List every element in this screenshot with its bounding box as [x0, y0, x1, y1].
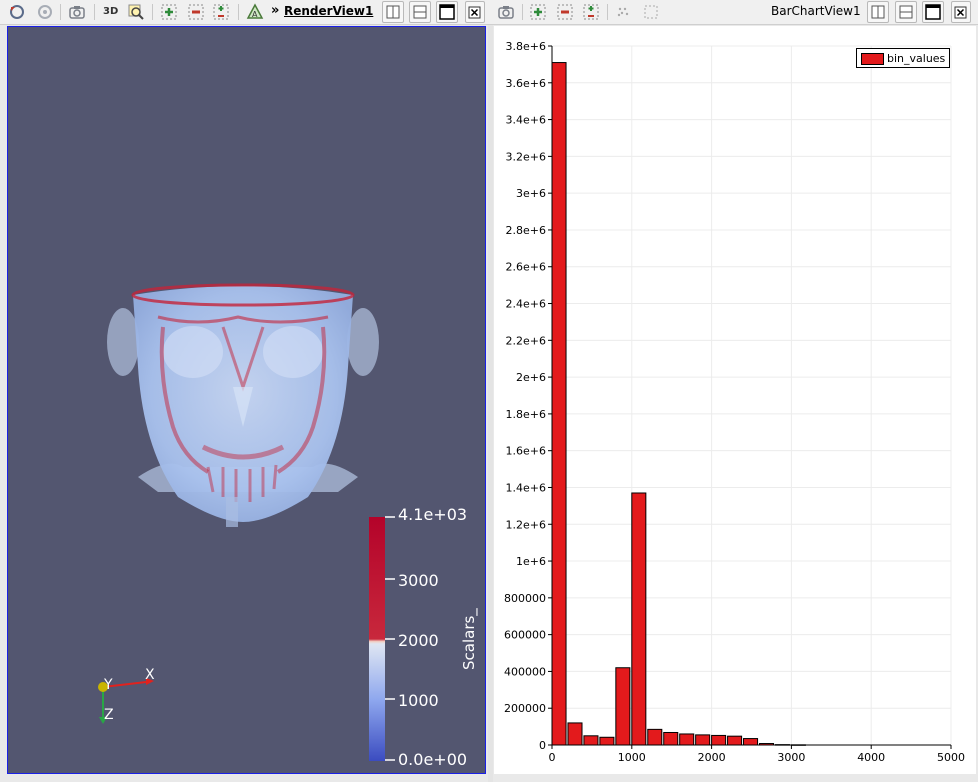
close-button[interactable] [951, 1, 971, 23]
toolbar-separator [94, 4, 95, 20]
colorbar-label: 1000 [398, 691, 439, 710]
x-tick-label: 5000 [937, 751, 965, 764]
histogram-bar[interactable] [727, 735, 743, 746]
y-tick-label: 3.4e+6 [506, 114, 546, 127]
histogram-bar[interactable] [711, 734, 727, 746]
y-tick-label: 2.4e+6 [506, 298, 546, 311]
y-tick-label: 2.8e+6 [506, 224, 546, 237]
axis-z-label: Z [104, 707, 114, 723]
chart-view-toolbar: BarChartView1 [490, 0, 978, 25]
render-mode-icon[interactable]: A [245, 2, 265, 22]
render-view-toolbar: 3D A » RenderView1 [0, 0, 490, 25]
y-tick-label: 1.2e+6 [506, 518, 546, 531]
axis-y-label: Y [104, 677, 113, 693]
mode-3d-label: 3D [103, 6, 119, 17]
y-tick-label: 3.6e+6 [506, 77, 546, 90]
grow-selection-icon[interactable] [641, 2, 661, 22]
y-tick-label: 1.6e+6 [506, 445, 546, 458]
chart-view-title[interactable]: BarChartView1 [771, 4, 861, 18]
select-toggle-icon[interactable] [211, 2, 231, 22]
zoom-to-box-icon[interactable] [126, 2, 146, 22]
y-tick-label: 1e+6 [516, 555, 546, 568]
colorbar-title: Scalars_ [460, 608, 478, 670]
y-tick-label: 1.8e+6 [506, 408, 546, 421]
y-tick-label: 2e+6 [516, 371, 546, 384]
bar-chart: 0 200000 400000 600000 800000 1e+6 1.2e+6 1.4e+… [504, 40, 965, 764]
y-tick-label: 2.2e+6 [506, 334, 546, 347]
x-tick-label: 3000 [777, 751, 805, 764]
histogram-bar[interactable] [695, 734, 711, 746]
select-points-subtract-icon[interactable] [186, 2, 206, 22]
bar-chart-canvas[interactable]: 0 200000 400000 600000 800000 1e+6 1.2e+6 1.4e+… [494, 26, 976, 774]
split-horizontal-button[interactable] [867, 1, 889, 23]
y-tick-label: 800000 [504, 592, 546, 605]
histogram-bar[interactable] [647, 728, 663, 746]
view-splitter[interactable] [488, 25, 493, 782]
x-tick-label: 0 [549, 751, 556, 764]
render-view-canvas[interactable]: X Y Z 4.1e+03 3000 2000 1000 0.0e+00 Sca… [7, 26, 486, 774]
camera-icon[interactable] [496, 2, 516, 22]
render-view-title[interactable]: RenderView1 [284, 4, 373, 18]
histogram-bar[interactable] [615, 667, 631, 746]
legend-label: bin_values [887, 52, 946, 65]
y-tick-label: 3.2e+6 [506, 150, 546, 163]
clear-selection-icon[interactable] [613, 2, 633, 22]
histogram-bar[interactable] [631, 492, 647, 746]
toolbar-separator [238, 4, 239, 20]
skull-volume-rendering [107, 283, 379, 527]
histogram-bar[interactable] [551, 62, 567, 746]
histogram-bar[interactable] [743, 738, 759, 746]
x-tick-label: 1000 [618, 751, 646, 764]
histogram-bar[interactable] [599, 736, 615, 746]
split-horizontal-button[interactable] [382, 1, 404, 23]
y-tick-label: 2.6e+6 [506, 261, 546, 274]
reset-closest-icon[interactable] [35, 2, 55, 22]
svg-text:A: A [252, 10, 258, 19]
histogram-bar[interactable] [679, 733, 695, 746]
y-tick-label: 1.4e+6 [506, 481, 546, 494]
maximize-button[interactable] [922, 1, 944, 23]
select-toggle-icon[interactable] [581, 2, 601, 22]
colorbar-label-max: 4.1e+03 [398, 505, 468, 524]
histogram-bar[interactable] [663, 731, 679, 746]
x-tick-label: 4000 [857, 751, 885, 764]
y-tick-label: 3e+6 [516, 187, 546, 200]
orientation-axes [98, 678, 154, 724]
histogram-bar[interactable] [583, 735, 599, 746]
split-vertical-button[interactable] [895, 1, 917, 23]
y-tick-label: 3.8e+6 [506, 40, 546, 53]
close-button[interactable] [465, 1, 485, 23]
toolbar-separator [60, 4, 61, 20]
toolbar-separator [522, 4, 523, 20]
axis-x-label: X [145, 667, 155, 683]
toolbar-separator [607, 4, 608, 20]
select-points-add-icon[interactable] [528, 2, 548, 22]
colorbar-label: 3000 [398, 571, 439, 590]
x-tick-label: 2000 [698, 751, 726, 764]
legend-swatch [861, 53, 884, 65]
y-tick-label: 0 [539, 739, 546, 752]
chart-legend: bin_values [856, 48, 950, 68]
mode-3d-button[interactable]: 3D [100, 2, 122, 22]
histogram-bar[interactable] [567, 722, 583, 746]
colorbar-label: 2000 [398, 631, 439, 650]
camera-icon[interactable] [67, 2, 87, 22]
colorbar-label-min: 0.0e+00 [398, 750, 468, 769]
maximize-button[interactable] [436, 1, 458, 23]
y-tick-label: 200000 [504, 702, 546, 715]
y-tick-label: 600000 [504, 629, 546, 642]
split-vertical-button[interactable] [409, 1, 431, 23]
toolbar-separator [152, 4, 153, 20]
reset-camera-icon[interactable] [7, 2, 27, 22]
view-title-prefix: » [271, 3, 280, 18]
y-tick-label: 400000 [504, 665, 546, 678]
select-points-subtract-icon[interactable] [555, 2, 575, 22]
select-points-add-icon[interactable] [159, 2, 179, 22]
